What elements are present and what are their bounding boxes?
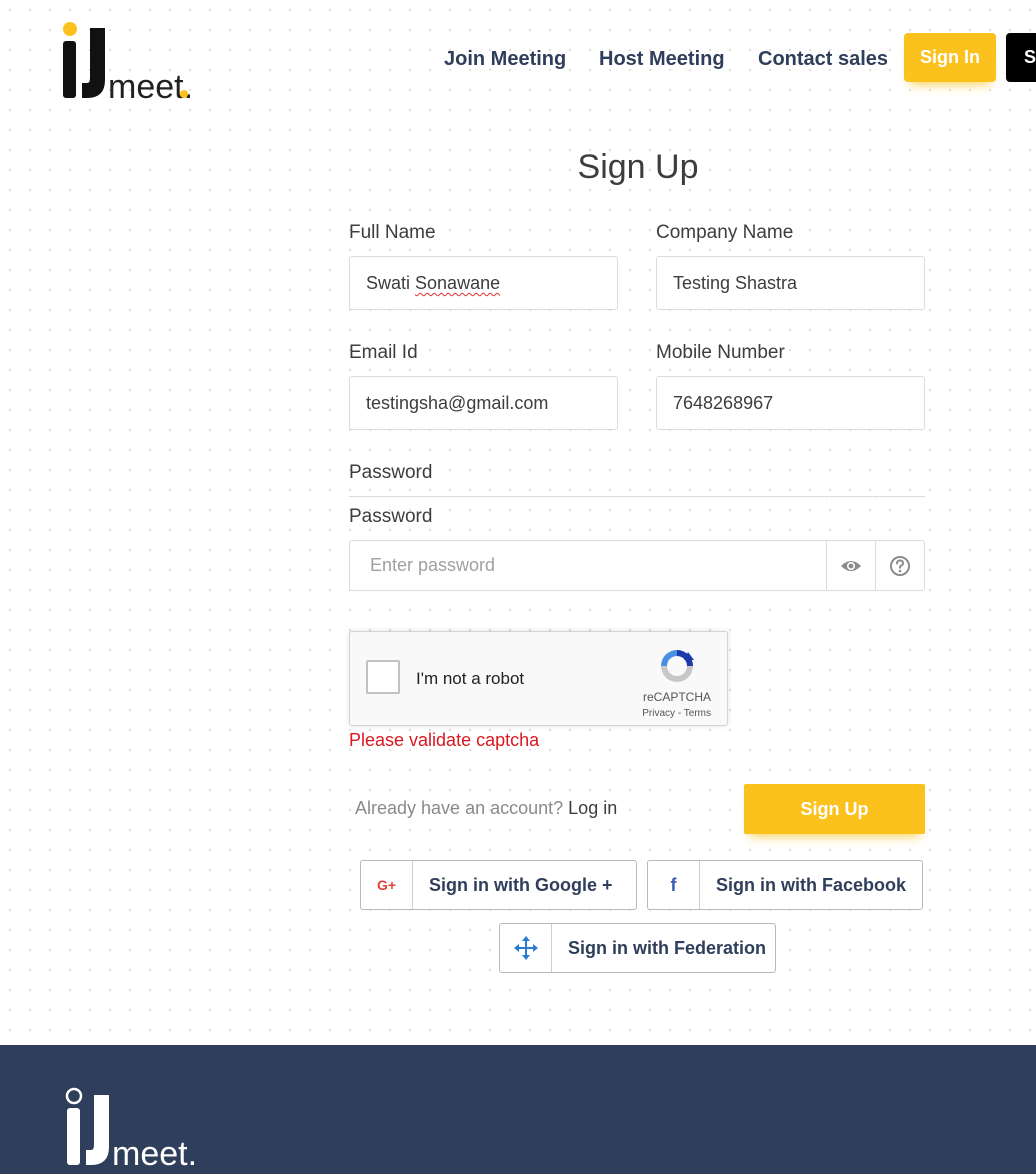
mobile-field[interactable]: 7648268967 [656,376,925,430]
nav-join-meeting[interactable]: Join Meeting [444,48,566,71]
recaptcha-checkbox[interactable] [366,660,400,694]
footer-logo-text: meet. [112,1135,197,1169]
recaptcha-label: I'm not a robot [416,669,525,688]
page-title: Sign Up [577,148,699,186]
google-signin-button[interactable]: G+ Sign in with Google + [360,860,637,910]
recaptcha-icon [661,650,694,682]
facebook-signin-button[interactable]: f Sign in with Facebook [647,860,923,910]
email-label: Email Id [349,342,418,363]
footer-logo-j [86,1095,109,1165]
nav-contact-sales[interactable]: Contact sales [758,48,888,71]
logo-dot [63,22,77,36]
mobile-label: Mobile Number [656,342,785,363]
password-help-button[interactable] [875,541,924,590]
recaptcha-links: Privacy - Terms [642,708,711,719]
already-account-label: Already have an account? [355,798,564,818]
signup-submit-button[interactable]: Sign Up [744,784,925,834]
company-name-label: Company Name [656,222,794,243]
footer-logo[interactable]: meet. [64,1087,204,1169]
question-circle-icon [890,555,910,576]
password-field-collapsed [349,496,925,499]
full-name-last: Sonawane [415,273,501,293]
footer-logo-dot [65,1087,83,1105]
footer-logo-i [67,1108,80,1165]
google-signin-label: Sign in with Google + [429,874,613,895]
ijmeet-logo[interactable]: meet. [60,20,200,102]
already-account-text: Already have an account? Log in [355,798,617,819]
login-link[interactable]: Log in [568,798,617,818]
federation-icon [500,924,552,972]
logo-i-stem [63,41,76,98]
recaptcha-link-separator: - [675,708,684,719]
password-label-1: Password [349,462,433,483]
show-password-button[interactable] [826,541,875,590]
company-name-field[interactable]: Testing Shastra [656,256,925,310]
eye-icon [841,560,861,571]
federation-signin-button[interactable]: Sign in with Federation [499,923,776,973]
logo-text: meet. [108,68,193,102]
recaptcha-terms-link[interactable]: Terms [684,708,711,719]
captcha-error-message: Please validate captcha [349,730,540,750]
recaptcha-brand: reCAPTCHA [642,690,711,704]
recaptcha-widget: I'm not a robot reCAPTCHA Privacy - Term… [349,631,728,726]
recaptcha-privacy-link[interactable]: Privacy [642,708,675,719]
password-input[interactable] [350,541,826,590]
logo-period [180,90,188,98]
google-plus-icon: G+ [361,861,413,909]
full-name-label: Full Name [349,222,436,243]
password-label-2: Password [349,506,433,527]
logo-j [82,28,105,98]
email-field[interactable]: testingsha@gmail.com [349,376,618,430]
full-name-first: Swati [366,273,411,293]
nav-host-meeting[interactable]: Host Meeting [599,48,725,71]
header-signin-button[interactable]: Sign In [904,33,996,82]
facebook-icon-glyph: f [670,874,677,895]
facebook-signin-label: Sign in with Facebook [716,874,907,895]
federation-signin-label: Sign in with Federation [568,937,766,958]
facebook-icon: f [648,861,700,909]
header-signup-button[interactable]: S [1006,33,1036,82]
full-name-field[interactable]: Swati Sonawane [349,256,618,310]
footer: meet. [0,1045,1036,1174]
google-plus-icon-glyph: G+ [376,877,397,893]
password-field-group [349,540,925,591]
